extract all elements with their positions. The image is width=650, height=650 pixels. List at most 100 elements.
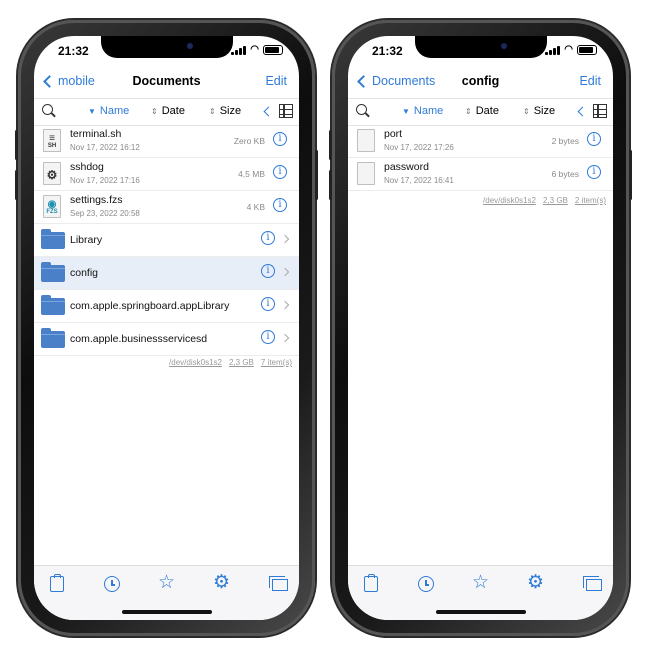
settings-gear-icon[interactable]: ⚙	[213, 573, 231, 593]
back-label: mobile	[58, 74, 95, 88]
info-icon[interactable]: i	[261, 330, 275, 344]
chevron-left-icon	[357, 74, 370, 88]
list-item[interactable]: config i	[34, 257, 299, 290]
list-item[interactable]: port Nov 17, 2022 17:26 2 bytes i	[348, 125, 613, 158]
folder-name: com.apple.businessservicesd	[70, 333, 208, 345]
favorites-star-icon[interactable]: ☆	[472, 573, 490, 593]
search-icon[interactable]	[356, 104, 367, 115]
file-date: Nov 17, 2022 16:41	[384, 176, 454, 185]
right-phone: 21:32 ◠ Documents config Edit ▼ Name ⇕ Dat…	[329, 20, 632, 636]
info-icon[interactable]: i	[273, 132, 287, 146]
list-item[interactable]: ≡ SH terminal.sh Nov 17, 2022 16:12 Zero …	[34, 125, 299, 158]
sort-bar: ▼ Name ⇕ Date ⇕ Size	[34, 98, 299, 126]
sort-size-button[interactable]: ⇕ Size	[523, 105, 555, 117]
search-icon[interactable]	[42, 104, 53, 115]
sort-name-button[interactable]: ▼ Name	[88, 105, 129, 117]
free-space-link[interactable]: 2,3 GB	[543, 196, 568, 205]
sort-date-button[interactable]: ⇕ Date	[465, 105, 499, 117]
sort-date-label: Date	[475, 105, 499, 117]
chevron-left-icon[interactable]	[577, 106, 588, 117]
chevron-left-icon	[43, 74, 56, 88]
folder-name: config	[70, 267, 99, 279]
file-name: password	[384, 161, 429, 173]
tabs-icon[interactable]	[269, 576, 288, 591]
file-name: sshdog	[70, 161, 104, 173]
file-name: settings.fzs	[70, 194, 123, 206]
status-time: 21:32	[372, 44, 403, 58]
back-label: Documents	[372, 74, 436, 88]
history-clock-icon[interactable]	[418, 576, 434, 592]
tabs-icon[interactable]	[583, 576, 602, 591]
item-count-link[interactable]: 7 item(s)	[261, 358, 292, 367]
info-icon[interactable]: i	[261, 231, 275, 245]
status-time: 21:32	[58, 44, 89, 58]
history-clock-icon[interactable]	[104, 576, 120, 592]
info-icon[interactable]: i	[587, 132, 601, 146]
item-count-link[interactable]: 2 item(s)	[575, 196, 606, 205]
chevron-right-icon	[280, 234, 290, 244]
edit-button[interactable]: Edit	[265, 74, 287, 88]
edit-button[interactable]: Edit	[579, 74, 601, 88]
file-date: Sep 23, 2022 20:58	[70, 209, 140, 218]
file-list: port Nov 17, 2022 17:26 2 bytes i passwo…	[348, 125, 613, 191]
clipboard-icon[interactable]	[364, 574, 378, 592]
view-mode-icon[interactable]	[593, 104, 607, 118]
status-bar: 21:32 ◠	[348, 36, 613, 64]
right-screen: 21:32 ◠ Documents config Edit ▼ Name ⇕ Dat…	[348, 36, 613, 620]
info-icon[interactable]: i	[273, 198, 287, 212]
folder-name: Library	[70, 234, 103, 246]
favorites-star-icon[interactable]: ☆	[158, 573, 176, 593]
clipboard-icon[interactable]	[50, 574, 64, 592]
signal-icon	[545, 45, 561, 55]
back-button[interactable]: mobile	[42, 74, 95, 88]
battery-icon	[577, 44, 597, 55]
folder-icon	[41, 295, 65, 315]
file-name: port	[384, 128, 403, 140]
file-name: terminal.sh	[70, 128, 122, 140]
wifi-icon: ◠	[564, 44, 573, 55]
view-mode-icon[interactable]	[279, 104, 293, 118]
info-icon[interactable]: i	[261, 297, 275, 311]
list-item[interactable]: Library i	[34, 224, 299, 257]
fzs-file-icon: ◉ FZS	[43, 195, 61, 218]
file-date: Nov 17, 2022 16:12	[70, 143, 140, 152]
disk-link[interactable]: /dev/disk0s1s2	[483, 196, 536, 205]
list-item[interactable]: com.apple.springboard.appLibrary i	[34, 290, 299, 323]
folder-name: com.apple.springboard.appLibrary	[70, 300, 230, 312]
left-phone: 21:32 ◠ mobile Documents Edit ▼ Name ⇕ Dat…	[15, 20, 318, 636]
file-size: 4,5 MB	[238, 169, 265, 179]
disk-link[interactable]: /dev/disk0s1s2	[169, 358, 222, 367]
list-item[interactable]: ◉ FZS settings.fzs Sep 23, 2022 20:58 4 K…	[34, 191, 299, 224]
back-button[interactable]: Documents	[356, 74, 435, 88]
chevron-right-icon	[280, 267, 290, 277]
list-item[interactable]: com.apple.businessservicesd i	[34, 323, 299, 356]
sh-file-icon: ≡ SH	[43, 129, 61, 152]
nav-bar: mobile Documents Edit	[34, 70, 299, 96]
file-date: Nov 17, 2022 17:16	[70, 176, 140, 185]
file-size: 2 bytes	[551, 136, 579, 146]
file-date: Nov 17, 2022 17:26	[384, 143, 454, 152]
sort-date-button[interactable]: ⇕ Date	[151, 105, 185, 117]
info-icon[interactable]: i	[273, 165, 287, 179]
status-bar: 21:32 ◠	[34, 36, 299, 64]
info-icon[interactable]: i	[587, 165, 601, 179]
folder-icon	[41, 262, 65, 282]
bottom-toolbar: ☆ ⚙	[34, 565, 299, 620]
file-list: ≡ SH terminal.sh Nov 17, 2022 16:12 Zero …	[34, 125, 299, 356]
list-item[interactable]: password Nov 17, 2022 16:41 6 bytes i	[348, 158, 613, 191]
folder-icon	[41, 229, 65, 249]
storage-footer: /dev/disk0s1s2 2,3 GB 2 item(s)	[483, 196, 606, 205]
info-icon[interactable]: i	[261, 264, 275, 278]
signal-icon	[231, 45, 247, 55]
free-space-link[interactable]: 2,3 GB	[229, 358, 254, 367]
sort-name-button[interactable]: ▼ Name	[402, 105, 443, 117]
file-size: Zero KB	[233, 136, 265, 146]
chevron-left-icon[interactable]	[263, 106, 274, 117]
settings-gear-icon[interactable]: ⚙	[527, 573, 545, 593]
chevron-right-icon	[280, 300, 290, 310]
sort-size-label: Size	[219, 105, 242, 117]
sort-date-label: Date	[161, 105, 185, 117]
sort-size-button[interactable]: ⇕ Size	[209, 105, 241, 117]
wifi-icon: ◠	[250, 44, 259, 55]
list-item[interactable]: ⚙ sshdog Nov 17, 2022 17:16 4,5 MB i	[34, 158, 299, 191]
